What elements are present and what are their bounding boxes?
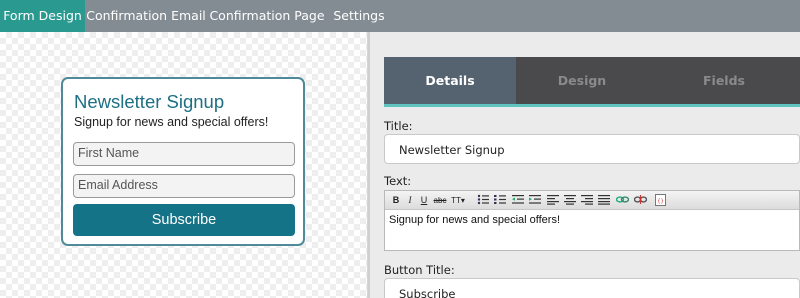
email-field[interactable]: Email Address — [73, 174, 295, 198]
bold-icon[interactable]: B — [391, 194, 401, 207]
text-label: Text: — [384, 174, 412, 188]
button-title-label: Button Title: — [384, 263, 455, 277]
preview-title: Newsletter Signup — [74, 91, 225, 112]
bullet-list-icon[interactable] — [477, 194, 489, 207]
button-title-input[interactable]: Subscribe — [384, 278, 800, 298]
source-code-icon[interactable]: {} — [655, 194, 666, 207]
first-name-field[interactable]: First Name — [73, 142, 295, 166]
tab-fields[interactable]: Fields — [648, 57, 800, 104]
tab-confirmation-page[interactable]: Confirmation Page — [207, 0, 327, 32]
panel-tabs: Details Design Fields — [384, 57, 800, 104]
link-icon[interactable] — [615, 194, 630, 207]
align-left-icon[interactable] — [547, 194, 559, 207]
editor-toolbar: B I U abc TT▾ {} — [385, 191, 799, 210]
italic-icon[interactable]: I — [405, 194, 415, 207]
indent-icon[interactable] — [529, 194, 541, 207]
strikethrough-icon[interactable]: abc — [433, 194, 447, 207]
preview-subtitle: Signup for news and special offers! — [74, 115, 269, 129]
form-preview[interactable]: Newsletter Signup Signup for news and sp… — [61, 77, 305, 246]
title-label: Title: — [384, 119, 413, 133]
align-right-icon[interactable] — [581, 194, 593, 207]
align-center-icon[interactable] — [564, 194, 576, 207]
editor-content[interactable]: Signup for news and special offers! — [389, 214, 560, 226]
tab-details[interactable]: Details — [384, 57, 516, 104]
tab-design[interactable]: Design — [516, 57, 648, 104]
underline-icon[interactable]: U — [419, 194, 429, 207]
subscribe-button[interactable]: Subscribe — [73, 204, 295, 236]
text-editor[interactable]: B I U abc TT▾ {} Signup for news and spe… — [384, 190, 800, 251]
justify-icon[interactable] — [598, 194, 610, 207]
unlink-icon[interactable] — [633, 194, 648, 207]
svg-text:{}: {} — [657, 199, 664, 205]
tab-confirmation-email[interactable]: Confirmation Email — [85, 0, 207, 32]
numbered-list-icon[interactable] — [494, 194, 506, 207]
tab-form-design[interactable]: Form Design — [0, 0, 85, 32]
font-size-icon[interactable]: TT▾ — [451, 194, 465, 207]
title-input[interactable]: Newsletter Signup — [384, 134, 800, 164]
top-nav: Form Design Confirmation Email Confirmat… — [0, 0, 800, 32]
outdent-icon[interactable] — [512, 194, 524, 207]
tab-underline — [384, 104, 800, 107]
tab-settings[interactable]: Settings — [327, 0, 391, 32]
